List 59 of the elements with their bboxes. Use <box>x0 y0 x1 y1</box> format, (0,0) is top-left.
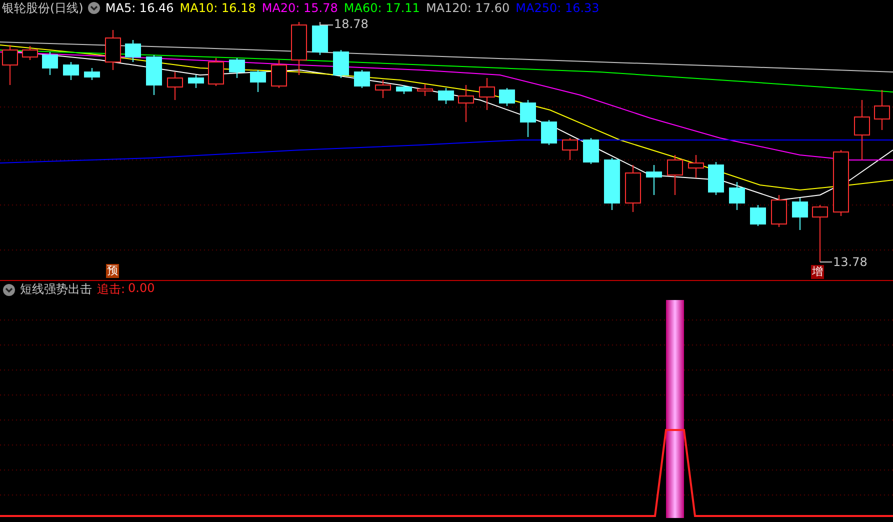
candlestick <box>667 154 683 196</box>
candlestick <box>271 60 287 88</box>
moving-average-reading: MA120: 17.60 <box>426 1 510 15</box>
candlestick <box>688 154 704 178</box>
candlestick <box>42 52 58 76</box>
leader-line <box>320 22 334 26</box>
candlestick <box>396 84 412 94</box>
indicator-label: 追击: <box>97 281 126 298</box>
signal-badge: 增 <box>811 265 824 279</box>
candlestick <box>84 68 100 80</box>
candlestick <box>2 44 18 86</box>
candlestick <box>833 150 849 216</box>
candlestick <box>562 138 578 160</box>
candlestick <box>520 100 536 138</box>
indicator-title: 短线强势出击 <box>20 281 92 298</box>
candlestick <box>499 88 515 106</box>
indicator-value: 0.00 <box>128 281 155 297</box>
candlestick <box>291 22 307 76</box>
candlestick <box>417 84 433 96</box>
candlestick <box>625 164 641 212</box>
candlestick <box>22 46 38 60</box>
candlestick <box>375 80 391 98</box>
candlestick <box>167 72 183 100</box>
price-label: 13.78 <box>833 255 868 269</box>
candlestick <box>458 84 474 122</box>
candlestick <box>438 88 454 104</box>
collapse-icon[interactable] <box>88 2 100 14</box>
moving-average-reading: MA20: 15.78 <box>262 1 338 15</box>
candlestick <box>105 30 121 70</box>
moving-average-reading: MA10: 16.18 <box>180 1 256 15</box>
candlestick <box>541 120 557 146</box>
price-label: 18.78 <box>334 17 368 31</box>
candlestick <box>812 204 828 262</box>
candlestick <box>125 40 141 62</box>
candlestick <box>63 62 79 80</box>
candlestick <box>479 78 495 110</box>
candlestick <box>208 58 224 86</box>
candlestick <box>792 198 808 230</box>
candlestick <box>729 182 745 210</box>
candlestick <box>354 70 370 88</box>
candlestick <box>854 100 870 160</box>
candlestick <box>604 158 620 210</box>
candlestick <box>583 138 599 164</box>
candlestick <box>188 74 204 88</box>
candlestick <box>874 90 890 130</box>
moving-average-reading: MA250: 16.33 <box>516 1 600 15</box>
signal-badge: 预 <box>106 264 119 278</box>
chart-title: 银轮股份(日线) <box>2 0 84 16</box>
moving-average-reading: MA60: 17.11 <box>344 1 420 15</box>
candlestick <box>646 164 662 196</box>
candlestick <box>250 70 266 92</box>
candlestick <box>146 54 162 96</box>
candlestick <box>229 58 245 78</box>
candlestick <box>750 204 766 226</box>
candlestick <box>333 50 349 78</box>
collapse-icon[interactable] <box>3 284 15 296</box>
candlestick <box>771 194 787 228</box>
candlestick <box>708 162 724 196</box>
moving-average-reading: MA5: 16.46 <box>105 1 174 15</box>
